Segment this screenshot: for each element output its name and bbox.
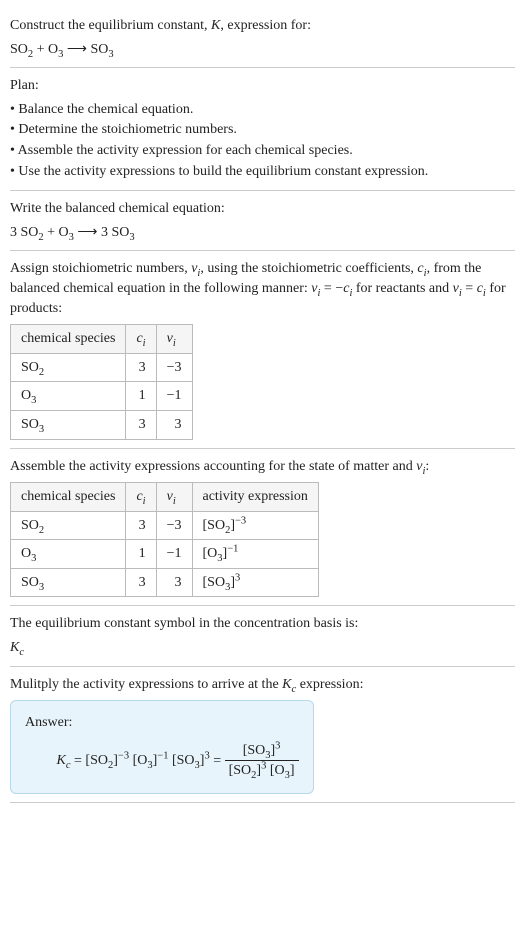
cell-activity: [O3]−1 [192,540,318,569]
balanced-label: Write the balanced chemical equation: [10,199,515,219]
balanced-equation: 3 SO2 + O3 ⟶ 3 SO3 [10,223,515,243]
col-vi: νi [156,325,192,354]
table-row: SO2 3 −3 [11,353,193,382]
cell-activity: [SO2]−3 [192,511,318,540]
fraction-numerator: [SO3]3 [225,741,299,762]
symbol-intro: The equilibrium constant symbol in the c… [10,614,515,634]
stoich-intro: Assign stoichiometric numbers, νi, using… [10,259,515,318]
cell-activity: [SO3]3 [192,568,318,597]
table-header-row: chemical species ci νi [11,325,193,354]
table-header-row: chemical species ci νi activity expressi… [11,483,319,512]
cell-ci: 3 [126,568,156,597]
cell-vi: −3 [156,511,192,540]
multiply-section: Mulitply the activity expressions to arr… [10,667,515,803]
stoich-section: Assign stoichiometric numbers, νi, using… [10,251,515,448]
col-activity: activity expression [192,483,318,512]
unbalanced-equation: SO2 + O3 ⟶ SO3 [10,40,515,60]
cell-ci: 1 [126,382,156,411]
cell-species: SO3 [11,568,126,597]
cell-ci: 1 [126,540,156,569]
title-section: Construct the equilibrium constant, K, e… [10,8,515,68]
multiply-intro: Mulitply the activity expressions to arr… [10,675,515,695]
balanced-section: Write the balanced chemical equation: 3 … [10,191,515,251]
fraction: [SO3]3 [SO2]3 [O3] [225,741,299,781]
col-species: chemical species [11,483,126,512]
cell-species: SO2 [11,353,126,382]
cell-species: O3 [11,540,126,569]
cell-ci: 3 [126,410,156,439]
plan-item: • Assemble the activity expression for e… [10,141,515,161]
col-ci: ci [126,483,156,512]
activity-intro: Assemble the activity expressions accoun… [10,457,515,477]
col-species: chemical species [11,325,126,354]
answer-label: Answer: [25,713,299,733]
cell-vi: 3 [156,568,192,597]
table-row: SO3 3 3 [SO3]3 [11,568,319,597]
fraction-denominator: [SO2]3 [O3] [225,761,299,781]
col-ci: ci [126,325,156,354]
table-row: SO2 3 −3 [SO2]−3 [11,511,319,540]
activity-table: chemical species ci νi activity expressi… [10,482,319,597]
title-line: Construct the equilibrium constant, K, e… [10,16,515,36]
table-row: SO3 3 3 [11,410,193,439]
answer-box: Answer: Kc = [SO2]−3 [O3]−1 [SO3]3 = [SO… [10,700,314,794]
plan-section: Plan: • Balance the chemical equation. •… [10,68,515,191]
symbol-section: The equilibrium constant symbol in the c… [10,606,515,666]
answer-equation: Kc = [SO2]−3 [O3]−1 [SO3]3 = [SO3]3 [SO2… [25,741,299,781]
plan-item: • Determine the stoichiometric numbers. [10,120,515,140]
cell-vi: −3 [156,353,192,382]
plan-item: • Balance the chemical equation. [10,100,515,120]
activity-section: Assemble the activity expressions accoun… [10,449,515,607]
table-row: O3 1 −1 [O3]−1 [11,540,319,569]
stoich-table: chemical species ci νi SO2 3 −3 O3 1 −1 … [10,324,193,439]
cell-vi: −1 [156,540,192,569]
cell-species: O3 [11,382,126,411]
cell-species: SO3 [11,410,126,439]
cell-ci: 3 [126,511,156,540]
cell-ci: 3 [126,353,156,382]
plan-item: • Use the activity expressions to build … [10,162,515,182]
cell-vi: 3 [156,410,192,439]
col-vi: νi [156,483,192,512]
plan-label: Plan: [10,76,515,96]
cell-vi: −1 [156,382,192,411]
table-row: O3 1 −1 [11,382,193,411]
symbol-value: Kc [10,638,515,658]
cell-species: SO2 [11,511,126,540]
